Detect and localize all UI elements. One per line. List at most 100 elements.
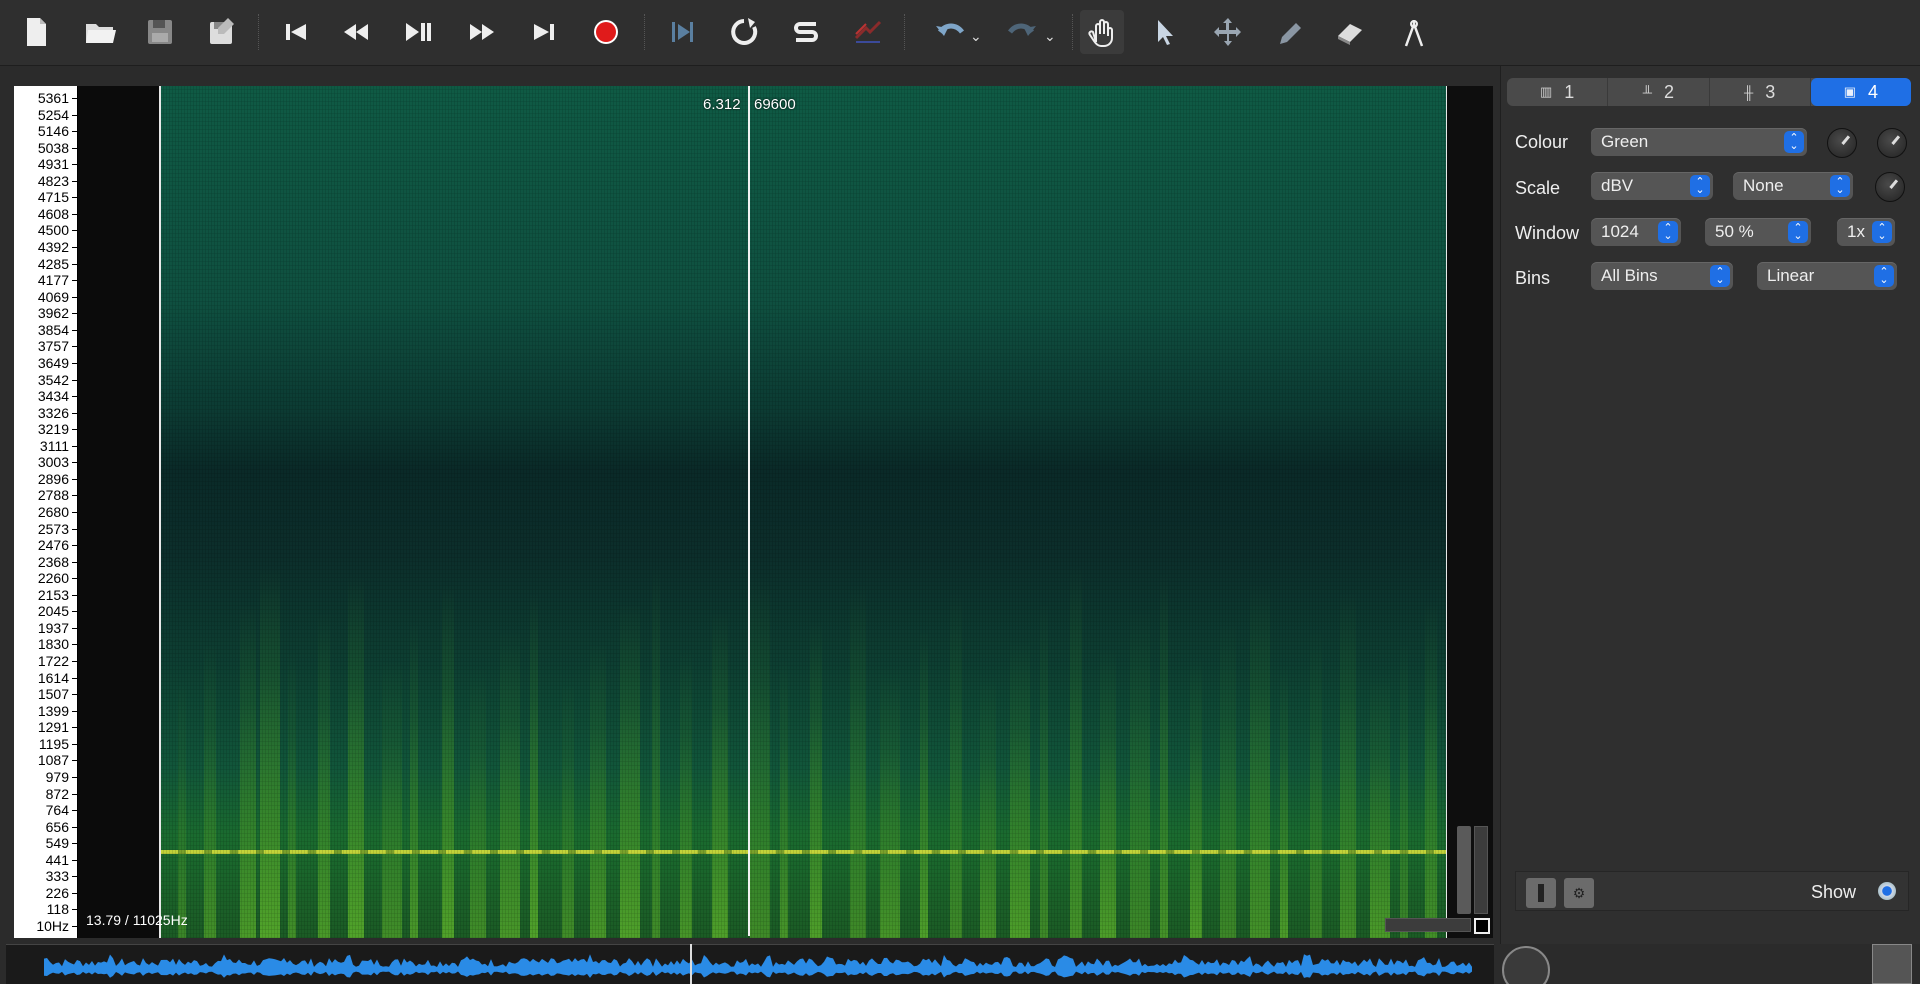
frequency-tick bbox=[72, 743, 77, 745]
chevron-updown-icon: ⌃ ⌄ bbox=[1710, 265, 1730, 287]
chevron-updown-icon: ⌃ ⌄ bbox=[1690, 175, 1710, 197]
frequency-tick-label: 979 bbox=[45, 768, 69, 785]
chevron-updown-icon: ⌃ ⌄ bbox=[1658, 221, 1678, 243]
tab-label: 3 bbox=[1765, 81, 1776, 102]
save-button[interactable] bbox=[138, 10, 182, 54]
tab-4[interactable]: ▣ 4 bbox=[1810, 78, 1911, 106]
bins-select[interactable]: All Bins ⌃ ⌄ bbox=[1591, 262, 1733, 290]
frequency-tick-label: 3326 bbox=[37, 404, 69, 421]
frequency-tick bbox=[72, 793, 77, 795]
scale-select-value: dBV bbox=[1601, 176, 1634, 195]
redo-dropdown-chevron-icon[interactable]: ⌄ bbox=[1044, 28, 1056, 45]
layer-color-button[interactable] bbox=[1526, 878, 1556, 908]
colour-rotation-knob[interactable] bbox=[1877, 128, 1907, 158]
overview-menu-button[interactable] bbox=[1872, 944, 1912, 984]
bins-label: Bins bbox=[1515, 268, 1551, 288]
vertical-zoom-slider[interactable] bbox=[1474, 826, 1488, 914]
window-size-select[interactable]: 1024 ⌃ ⌄ bbox=[1591, 218, 1681, 246]
playback-cursor[interactable] bbox=[748, 86, 750, 936]
frequency-scale-select[interactable]: Linear ⌃ ⌄ bbox=[1757, 262, 1897, 290]
tab-label: 4 bbox=[1868, 81, 1879, 102]
normalize-select[interactable]: None ⌃ ⌄ bbox=[1733, 172, 1853, 200]
chevron-updown-icon: ⌃ ⌄ bbox=[1830, 175, 1850, 197]
measure-button[interactable] bbox=[1392, 10, 1436, 54]
frequency-tick-label: 1830 bbox=[37, 636, 69, 653]
overview-cursor[interactable] bbox=[690, 944, 692, 984]
frequency-tick bbox=[72, 727, 77, 729]
spectrogram-view[interactable] bbox=[160, 86, 1447, 938]
skip-to-end-button[interactable] bbox=[522, 10, 566, 54]
colour-select[interactable]: Green ⌃ ⌄ bbox=[1591, 128, 1807, 156]
tab-2[interactable]: ╨ 2 bbox=[1608, 78, 1710, 106]
frequency-tick-label: 1937 bbox=[37, 619, 69, 636]
frequency-tick-label: 549 bbox=[45, 835, 69, 852]
frequency-tick bbox=[72, 810, 77, 812]
show-radio[interactable] bbox=[1878, 882, 1896, 900]
horizontal-zoom-slider[interactable] bbox=[1385, 918, 1471, 932]
frequency-tick-label: 5146 bbox=[37, 123, 69, 140]
overview-waveform bbox=[44, 954, 1472, 978]
save-as-button[interactable] bbox=[200, 10, 244, 54]
skip-to-end-icon bbox=[534, 24, 554, 40]
chevron-updown-icon: ⌃ ⌄ bbox=[1788, 221, 1808, 243]
show-label: Show bbox=[1810, 882, 1856, 902]
vertical-zoom-thumb[interactable] bbox=[1457, 826, 1471, 914]
frequency-tick-label: 1399 bbox=[37, 702, 69, 719]
oversample-select[interactable]: 1x ⌃ ⌄ bbox=[1837, 218, 1895, 246]
record-button[interactable] bbox=[584, 10, 628, 54]
fast-forward-button[interactable] bbox=[460, 10, 504, 54]
tab-1[interactable]: ▥ 1 bbox=[1507, 78, 1609, 106]
skip-to-start-button[interactable] bbox=[274, 10, 318, 54]
frequency-tick-label: 1195 bbox=[38, 735, 69, 752]
frequency-tick bbox=[72, 826, 77, 828]
play-pause-button[interactable] bbox=[396, 10, 440, 54]
frequency-scale: 5361 5254 5146 5038 4931 4823 4715 4608 4500 4392… bbox=[14, 86, 78, 938]
frequency-tick-label: 1614 bbox=[37, 669, 69, 686]
frequency-tick-label: 333 bbox=[45, 868, 69, 885]
frequency-tick-label: 2680 bbox=[37, 504, 69, 520]
zoom-gutter bbox=[1447, 86, 1493, 938]
layer-settings-button[interactable]: ⚙ bbox=[1564, 878, 1594, 908]
waveform-icon: ╫ bbox=[1744, 84, 1754, 100]
play-selection-button[interactable] bbox=[660, 10, 704, 54]
spectrum-icon: ╨ bbox=[1642, 84, 1652, 100]
scale-select[interactable]: dBV ⌃ ⌄ bbox=[1591, 172, 1713, 200]
frequency-tick-label: 1507 bbox=[37, 686, 69, 703]
colour-gain-knob[interactable] bbox=[1827, 128, 1857, 158]
overview-zoom-knob[interactable] bbox=[1502, 946, 1550, 984]
draw-pencil-button[interactable] bbox=[1266, 10, 1310, 54]
undo-icon bbox=[936, 23, 964, 36]
rewind-button[interactable] bbox=[334, 10, 378, 54]
navigate-hand-button[interactable] bbox=[1080, 10, 1124, 54]
bins-select-value: All Bins bbox=[1601, 266, 1658, 285]
rewind-icon bbox=[344, 24, 368, 40]
frequency-tick bbox=[72, 412, 77, 414]
undo-button[interactable] bbox=[928, 10, 972, 54]
new-file-button[interactable] bbox=[14, 10, 58, 54]
window-overlap-select[interactable]: 50 % ⌃ ⌄ bbox=[1705, 218, 1811, 246]
frequency-tick-label: 4715 bbox=[37, 189, 69, 206]
erase-button[interactable] bbox=[1328, 10, 1372, 54]
move-button[interactable] bbox=[1206, 10, 1250, 54]
loop-button[interactable] bbox=[722, 10, 766, 54]
select-arrow-button[interactable] bbox=[1142, 10, 1186, 54]
frequency-tick bbox=[72, 710, 77, 712]
frequency-tick bbox=[72, 147, 77, 149]
frequency-tick bbox=[72, 512, 77, 513]
redo-button[interactable] bbox=[1000, 10, 1044, 54]
frequency-tick bbox=[72, 213, 77, 215]
save-as-icon bbox=[210, 18, 234, 44]
frequency-tick bbox=[72, 578, 77, 580]
solo-button[interactable] bbox=[784, 10, 828, 54]
undo-dropdown-chevron-icon[interactable]: ⌄ bbox=[970, 28, 982, 45]
tab-3[interactable]: ╫ 3 bbox=[1710, 78, 1811, 106]
threshold-knob[interactable] bbox=[1875, 172, 1905, 202]
align-button[interactable] bbox=[846, 10, 890, 54]
frequency-tick bbox=[72, 677, 77, 679]
frequency-tick-label: 118 bbox=[46, 901, 69, 918]
frequency-tick bbox=[72, 909, 77, 911]
zoom-reset-box[interactable] bbox=[1474, 918, 1490, 934]
open-folder-button[interactable] bbox=[78, 10, 122, 54]
window-label: Window bbox=[1515, 223, 1580, 243]
overview-panel[interactable] bbox=[6, 944, 1494, 984]
